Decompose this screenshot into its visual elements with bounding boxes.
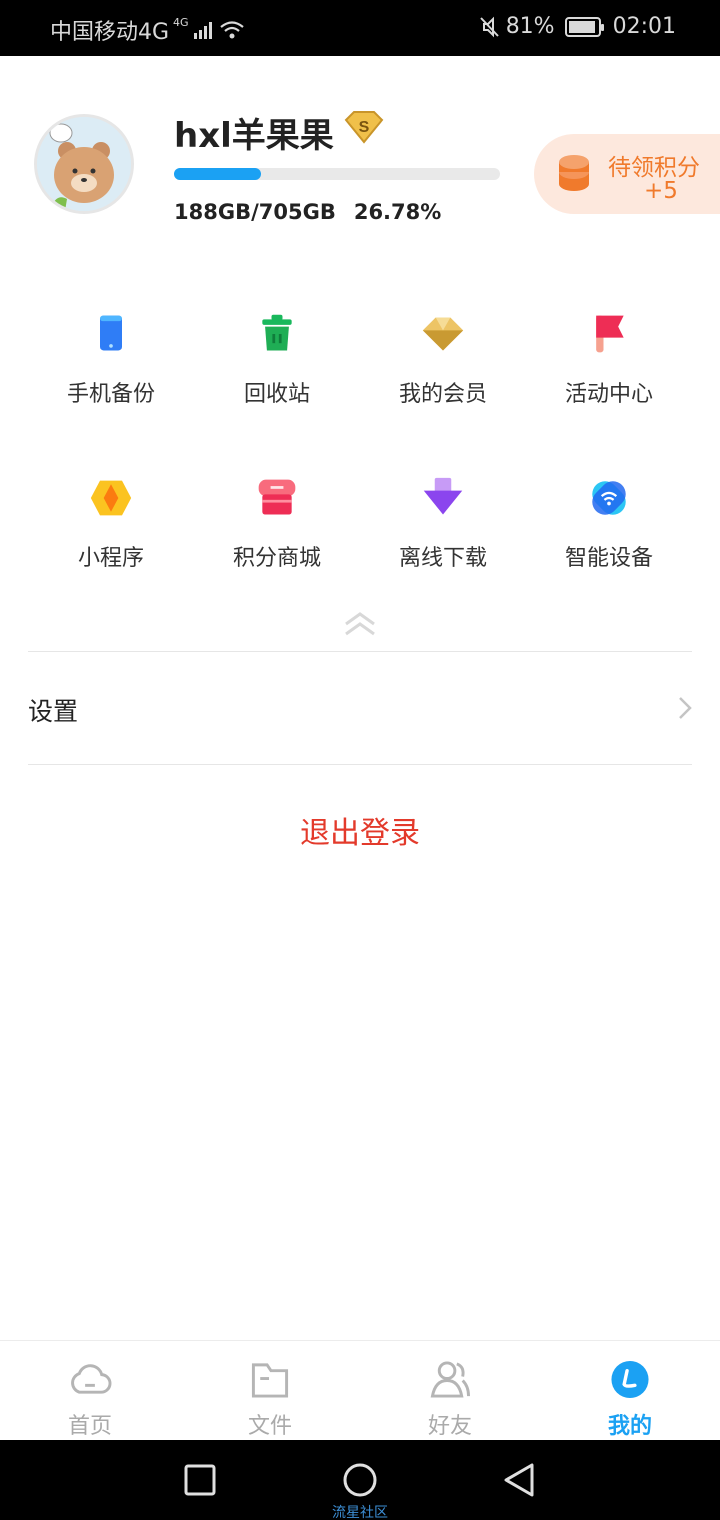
divider-bottom [28, 764, 692, 765]
friends-icon [430, 1361, 471, 1398]
grid-label-membership: 我的会员 [398, 382, 487, 407]
grid-item-offline-download[interactable]: 离线下载 [360, 464, 526, 572]
username: hxl羊果果 [174, 116, 334, 156]
tab-me[interactable]: 我的 [540, 1341, 720, 1440]
recent-apps-button[interactable] [182, 1462, 218, 1498]
download-icon [423, 477, 463, 515]
network-type-label: 4G [173, 15, 189, 29]
carrier-label: 中国移动4G [50, 20, 170, 45]
grid-item-points-mall[interactable]: 积分商城 [194, 464, 360, 572]
grid-item-phone-backup[interactable]: 手机备份 [28, 300, 194, 408]
mute-icon [479, 16, 499, 37]
chevron-right-icon [679, 697, 692, 719]
battery-percent: 81% [505, 14, 555, 39]
wifi-icon [219, 21, 244, 39]
trash-icon [262, 314, 292, 351]
coins-icon [559, 155, 589, 191]
grid-label-phone-backup: 手机备份 [66, 382, 155, 407]
grid-label-points-mall: 积分商城 [232, 546, 321, 571]
status-bar-right: 81% 02:01 [479, 14, 676, 39]
feature-grid: 手机备份 回收站 我的会员 活动中心 小程序 积分商城 离线下载 智能设备 [28, 300, 692, 572]
pending-points-count: +5 [644, 178, 678, 204]
grid-label-offline-download: 离线下载 [398, 546, 487, 571]
avatar[interactable] [34, 114, 134, 214]
settings-label: 设置 [28, 697, 79, 726]
tab-files-label: 文件 [247, 1414, 292, 1439]
back-button[interactable] [502, 1462, 538, 1498]
bottom-tab-bar: 首页 文件 好友 我的 [0, 1340, 720, 1440]
storage-progress-bar [174, 168, 500, 180]
status-bar-left: 中国移动4G 4G [50, 14, 245, 46]
smart-device-icon [592, 481, 626, 515]
flag-icon [596, 315, 624, 353]
grid-item-membership[interactable]: 我的会员 [360, 300, 526, 408]
grid-item-recycle-bin[interactable]: 回收站 [194, 300, 360, 408]
watermark-text: 流星社区 [332, 1505, 388, 1520]
grid-label-activity-center: 活动中心 [564, 382, 653, 407]
storage-percent: 26.78% [353, 200, 442, 224]
tab-home-label: 首页 [67, 1414, 112, 1439]
folder-icon [251, 1363, 289, 1398]
grid-item-smart-device[interactable]: 智能设备 [526, 464, 692, 572]
diamond-icon [422, 317, 464, 351]
grid-label-smart-device: 智能设备 [564, 546, 653, 571]
settings-row[interactable]: 设置 [28, 652, 692, 764]
phone-backup-icon [100, 315, 122, 351]
signal-icon [193, 22, 212, 39]
mini-program-icon [90, 480, 132, 516]
storage-progress-fill [174, 168, 262, 180]
vip-badge-icon[interactable]: S [343, 110, 385, 144]
pending-points-button[interactable]: 待领积分 +5 [534, 134, 720, 214]
status-bar: 中国移动4G 4G 81% 02:01 [0, 0, 720, 56]
clock: 02:01 [612, 14, 676, 39]
cloud-icon [71, 1364, 112, 1394]
tab-friends-label: 好友 [427, 1414, 472, 1439]
me-icon [611, 1360, 649, 1399]
battery-icon [564, 16, 604, 37]
storage-used: 188GB/705GB [174, 200, 336, 224]
grid-item-activity-center[interactable]: 活动中心 [526, 300, 692, 408]
storage-info: 188GB/705GB 26.78% [174, 200, 441, 224]
store-icon [258, 479, 296, 515]
vip-badge-label: S [359, 119, 370, 136]
grid-label-recycle-bin: 回收站 [243, 382, 310, 407]
home-button[interactable] [342, 1462, 378, 1498]
tab-files[interactable]: 文件 [180, 1341, 360, 1440]
pending-points-label: 待领积分 [608, 155, 700, 181]
tab-home[interactable]: 首页 [0, 1341, 180, 1440]
grid-label-mini-program: 小程序 [77, 546, 144, 571]
logout-button[interactable]: 退出登录 [0, 808, 720, 852]
collapse-chevron-icon[interactable] [342, 610, 378, 638]
grid-item-mini-program[interactable]: 小程序 [28, 464, 194, 572]
tab-friends[interactable]: 好友 [360, 1341, 540, 1440]
bear-avatar-image [37, 117, 131, 211]
tab-me-label: 我的 [607, 1414, 652, 1439]
